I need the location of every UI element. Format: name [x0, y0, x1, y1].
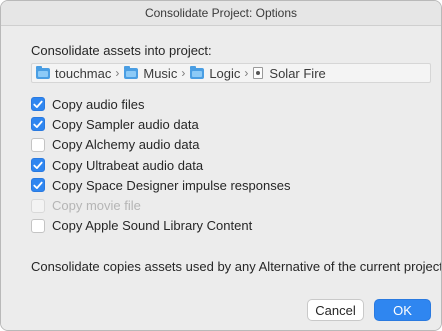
path-crumb-touchmac[interactable]: touchmac: [36, 65, 112, 81]
option-label: Copy Apple Sound Library Content: [52, 218, 253, 234]
folder-icon: [190, 65, 205, 79]
option-label: Copy Sampler audio data: [52, 116, 199, 132]
checkbox[interactable]: [31, 178, 45, 193]
option-label: Copy movie file: [52, 198, 141, 214]
option-copy-movie-file: Copy movie file: [31, 195, 290, 215]
path-crumb-logic[interactable]: Logic: [190, 65, 241, 81]
project-path-bar: touchmac › Music › Logic › Solar Fire: [31, 63, 431, 83]
folder-icon: [36, 65, 50, 79]
option-copy-sampler-audio-data[interactable]: Copy Sampler audio data: [31, 114, 290, 134]
option-copy-alchemy-audio-data[interactable]: Copy Alchemy audio data: [31, 135, 290, 155]
path-crumb-music[interactable]: Music: [124, 65, 178, 81]
option-label: Copy audio files: [52, 96, 145, 112]
dialog-content: Consolidate assets into project: touchma…: [1, 27, 442, 330]
option-label: Copy Alchemy audio data: [52, 137, 200, 153]
checkbox: [31, 198, 45, 213]
checkbox[interactable]: [31, 218, 45, 233]
path-crumb-label: Music: [143, 65, 178, 81]
cancel-button[interactable]: Cancel: [307, 299, 364, 321]
ok-button[interactable]: OK: [374, 299, 431, 321]
checkbox[interactable]: [31, 97, 45, 112]
checkmark-icon: [33, 100, 43, 108]
path-crumb-label: Logic: [209, 65, 241, 81]
option-copy-apple-sound-library-content[interactable]: Copy Apple Sound Library Content: [31, 216, 290, 236]
option-label: Copy Space Designer impulse responses: [52, 177, 291, 193]
path-separator: ›: [115, 66, 120, 80]
consolidate-label: Consolidate assets into project:: [31, 43, 212, 58]
path-separator: ›: [244, 66, 249, 80]
option-copy-space-designer-impulse-responses[interactable]: Copy Space Designer impulse responses: [31, 175, 290, 195]
option-label: Copy Ultrabeat audio data: [52, 157, 204, 173]
checkmark-icon: [33, 120, 43, 128]
consolidate-options-dialog: Consolidate Project: Options Consolidate…: [0, 0, 442, 331]
logic-project-icon: [253, 67, 264, 79]
option-copy-ultrabeat-audio-data[interactable]: Copy Ultrabeat audio data: [31, 155, 290, 175]
path-crumb-solar-fire[interactable]: Solar Fire: [253, 65, 326, 81]
checkbox[interactable]: [31, 137, 45, 152]
copy-options-list: Copy audio files Copy Sampler audio data…: [31, 94, 290, 236]
path-crumb-label: touchmac: [55, 65, 112, 81]
option-copy-audio-files[interactable]: Copy audio files: [31, 94, 290, 114]
path-separator: ›: [181, 66, 186, 80]
folder-icon: [124, 65, 139, 79]
checkmark-icon: [33, 161, 43, 169]
window-title: Consolidate Project: Options: [1, 1, 441, 26]
checkbox[interactable]: [31, 158, 45, 173]
consolidate-footnote: Consolidate copies assets used by any Al…: [31, 259, 442, 274]
checkbox[interactable]: [31, 117, 45, 132]
checkmark-icon: [33, 181, 43, 189]
path-crumb-label: Solar Fire: [269, 65, 326, 81]
